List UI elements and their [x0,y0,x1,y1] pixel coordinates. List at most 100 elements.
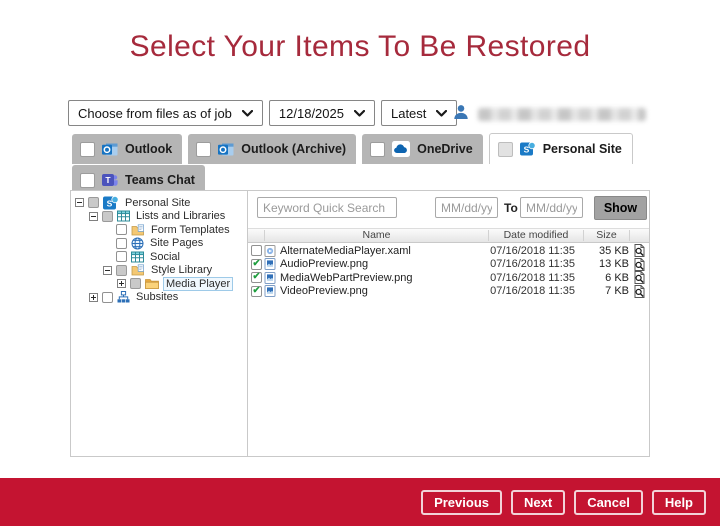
outlook-icon [218,142,234,157]
tab-label: Outlook [125,142,172,156]
tree-checkbox-social[interactable] [116,251,127,262]
tab-checkbox-outlook-archive[interactable] [196,142,211,157]
tree-node-label: Style Library [149,264,214,276]
file-row[interactable]: AlternateMediaPlayer.xaml07/16/2018 11:3… [248,244,649,258]
file-name: VideoPreview.png [280,285,368,297]
file-image-icon [264,285,276,297]
onedrive-icon [392,141,410,157]
tree-checkbox-lists-and-libraries[interactable] [102,211,113,222]
header-size[interactable]: Size [583,230,629,241]
file-row[interactable]: VideoPreview.png 07/16/2018 11:357 KB [248,285,649,299]
file-size: 13 KB [583,258,629,270]
job-version-dropdown[interactable]: Latest [381,100,457,126]
table-icon [117,210,130,222]
svg-text:S: S [107,198,113,208]
subsites-icon [117,291,130,304]
tree-checkbox-personal-site[interactable] [88,197,99,208]
date-from-input[interactable] [435,197,498,218]
tree-node-style-library[interactable]: Style Library [73,264,245,278]
tree-checkbox-site-pages[interactable] [116,238,127,249]
tree-node-site-pages[interactable]: Site Pages [73,237,245,251]
collapse-icon[interactable] [75,198,84,207]
job-date-value: 12/18/2025 [279,106,344,121]
folder-icon [145,278,159,289]
tree-node-form-templates[interactable]: Form Templates [73,223,245,237]
tab-checkbox-outlook[interactable] [80,142,95,157]
tree-checkbox-style-library[interactable] [116,265,127,276]
restore-browser-panel: S Personal SiteLists and LibrariesForm Te… [70,190,650,457]
tree-node-lists-and-libraries[interactable]: Lists and Libraries [73,210,245,224]
header-name[interactable]: Name [264,230,488,241]
file-checkbox[interactable] [251,286,262,297]
tab-label: Outlook (Archive) [241,142,346,156]
preview-icon[interactable] [629,285,649,298]
chevron-down-icon [242,110,253,117]
header-preview-column [629,230,649,241]
job-dropdown[interactable]: Choose from files as of job [68,100,263,126]
table-icon [131,251,144,263]
tab-onedrive[interactable]: OneDrive [362,134,483,164]
expand-icon[interactable] [89,293,98,302]
previous-button[interactable]: Previous [421,490,502,515]
tab-checkbox-onedrive[interactable] [370,142,385,157]
tree-node-label: Personal Site [123,197,192,209]
file-list-panel: To Show Name Date modified Size Alternat… [248,191,649,456]
next-button[interactable]: Next [511,490,565,515]
header-date-modified[interactable]: Date modified [488,230,583,241]
collapse-icon[interactable] [103,266,112,275]
folder-doc-icon [131,224,145,236]
tree-checkbox-subsites[interactable] [102,292,113,303]
tree-node-label: Subsites [134,291,180,303]
keyword-search-input[interactable] [257,197,397,218]
job-version-value: Latest [391,106,426,121]
file-size: 35 KB [583,245,629,257]
tab-checkbox-personal-site[interactable] [498,142,513,157]
file-date-modified: 07/16/2018 11:35 [488,272,583,284]
file-name: AlternateMediaPlayer.xaml [280,245,411,257]
tab-personal-site[interactable]: S Personal Site [489,133,633,164]
tab-checkbox-teams-chat[interactable] [80,173,95,188]
tree-node-personal-site[interactable]: S Personal Site [73,196,245,210]
wizard-footer-bar: Previous Next Cancel Help [0,478,720,526]
file-name-cell: AlternateMediaPlayer.xaml [264,245,488,257]
preview-icon[interactable] [629,258,649,271]
site-tree-panel: S Personal SiteLists and LibrariesForm Te… [71,191,248,456]
expand-icon[interactable] [117,279,126,288]
file-date-modified: 07/16/2018 11:35 [488,285,583,297]
tab-outlook-archive[interactable]: Outlook (Archive) [188,134,356,164]
restore-wizard-page: Select Your Items To Be Restored Choose … [0,0,720,526]
job-date-dropdown[interactable]: 12/18/2025 [269,100,375,126]
svg-text:S: S [523,145,529,155]
file-table-body: AlternateMediaPlayer.xaml 07/16/2018 11:3… [248,244,649,298]
tree-node-media-player[interactable]: Media Player [73,277,245,291]
preview-icon[interactable] [629,271,649,284]
collapse-icon[interactable] [89,212,98,221]
tree-node-subsites[interactable]: Subsites [73,291,245,305]
tab-label: Personal Site [543,142,622,156]
help-button[interactable]: Help [652,490,706,515]
tab-outlook[interactable]: Outlook [72,134,182,164]
sharepoint-icon: S [103,195,119,211]
file-name-cell: VideoPreview.png [264,285,488,297]
person-icon [452,103,470,126]
preview-icon[interactable] [629,244,649,257]
file-size: 7 KB [583,285,629,297]
file-row[interactable]: MediaWebPartPreview.png07/16/2018 11:356… [248,271,649,285]
date-to-input[interactable] [520,197,583,218]
teams-icon: T [102,172,118,188]
tab-label: OneDrive [417,142,473,156]
job-dropdown-label: Choose from files as of job [78,106,232,121]
tree-node-label: Form Templates [149,224,232,236]
file-row[interactable]: AudioPreview.png07/16/2018 11:3513 KB [248,258,649,272]
tree-node-label: Social [148,251,182,263]
file-checkbox[interactable] [251,259,262,270]
tab-label: Teams Chat [125,173,195,187]
tree-node-social[interactable]: Social [73,250,245,264]
show-button[interactable]: Show [594,196,647,220]
cancel-button[interactable]: Cancel [574,490,643,515]
tree-checkbox-media-player[interactable] [130,278,141,289]
file-checkbox[interactable] [251,272,262,283]
file-size: 6 KB [583,272,629,284]
file-checkbox[interactable] [251,245,262,256]
tree-checkbox-form-templates[interactable] [116,224,127,235]
